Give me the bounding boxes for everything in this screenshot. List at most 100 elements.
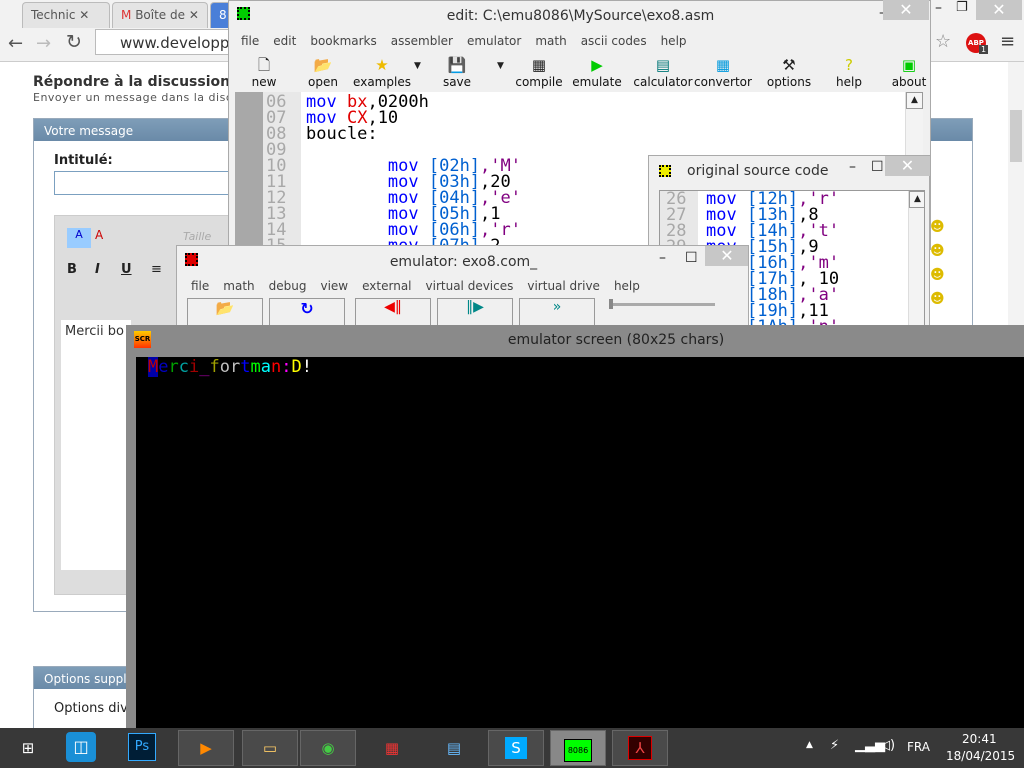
run-button[interactable]: »	[519, 298, 595, 326]
emulate-button[interactable]: ▶ emulate	[567, 55, 627, 89]
calculator-button[interactable]: ▤ calculator	[633, 55, 693, 89]
minimize-icon[interactable]: –	[659, 250, 666, 266]
remove-format-icon[interactable]: A	[95, 228, 103, 242]
close-button[interactable]: ✕	[705, 246, 748, 266]
screen-output: Merci_fortman:D!	[148, 357, 312, 377]
clock-date[interactable]: 18/04/2015	[946, 749, 1015, 763]
font-size-select[interactable]: Taille	[183, 230, 211, 243]
screen-char: r	[230, 357, 241, 377]
menu-ascii-codes[interactable]: ascii codes	[581, 34, 647, 48]
convertor-button[interactable]: ▦ convertor	[693, 55, 753, 89]
screen-char: _	[199, 357, 210, 377]
minimize-icon[interactable]: –	[849, 159, 856, 175]
about-button[interactable]: ▣ about	[879, 55, 939, 89]
close-button[interactable]: ✕	[976, 0, 1022, 20]
font-color-icon[interactable]: A	[67, 228, 91, 248]
menu-external[interactable]: external	[362, 279, 411, 293]
menu-view[interactable]: view	[320, 279, 348, 293]
source-scrollbar[interactable]: ▲	[908, 191, 924, 327]
message-textarea[interactable]: Mercii bo	[61, 320, 131, 570]
menu-emulator[interactable]: emulator	[467, 34, 521, 48]
photoshop-icon[interactable]: Ps	[128, 733, 156, 761]
scroll-up-icon[interactable]: ▲	[906, 92, 923, 109]
smiley-icons[interactable]: ☻ ☻ ☻ ☻	[930, 215, 945, 311]
open-button[interactable]: 📂 open	[293, 55, 353, 89]
acrobat-icon[interactable]: ⅄	[612, 730, 668, 766]
volume-icon[interactable]: ◁)	[880, 738, 895, 753]
back-icon[interactable]: ←	[8, 33, 23, 54]
screen-display[interactable]: Merci_fortman:D!	[136, 357, 1024, 728]
menu-bookmarks[interactable]: bookmarks	[310, 34, 376, 48]
maximize-icon[interactable]: ☐	[871, 159, 884, 175]
menu-math[interactable]: math	[535, 34, 566, 48]
menu-virtual-drive[interactable]: virtual drive	[527, 279, 600, 293]
options-button[interactable]: ⚒ options	[759, 55, 819, 89]
maximize-icon[interactable]: ☐	[685, 250, 698, 266]
editor-close-button[interactable]: ✕	[883, 0, 929, 20]
chip-icon	[659, 165, 671, 177]
scroll-up-icon[interactable]: ▲	[909, 191, 924, 208]
taskbar: ⊞ ◫ Ps ▶ ▭ ◉ ▦ ▤ S 8086 ⅄ ▲ ⚡ ▁▃▅ ◁) FRA…	[0, 728, 1024, 768]
restore-icon[interactable]: ❐	[956, 0, 968, 15]
screen-char: !	[301, 357, 312, 377]
menu-help[interactable]: help	[614, 279, 640, 293]
store-icon[interactable]: ◫	[66, 732, 96, 762]
examples-button[interactable]: ★ examples	[352, 55, 412, 89]
show-hidden-icons[interactable]: ▲	[806, 740, 813, 750]
screen-char: i	[189, 357, 200, 377]
bookmark-star-icon[interactable]: ☆	[935, 31, 951, 52]
open-folder-icon: 📂	[313, 56, 333, 74]
close-icon[interactable]: ✕	[79, 8, 89, 22]
minimize-icon[interactable]: –	[935, 0, 942, 16]
office-icon[interactable]: ▦	[364, 730, 420, 766]
tab-technic[interactable]: Technic ✕	[22, 2, 110, 28]
emu8086-taskbar-icon[interactable]: 8086	[550, 730, 606, 766]
dropdown-arrow-icon[interactable]: ▼	[497, 61, 504, 71]
page-scrollbar[interactable]	[1008, 62, 1024, 328]
tab-gmail[interactable]: M Boîte de ✕	[112, 2, 208, 28]
file-explorer-icon[interactable]: ▭	[242, 730, 298, 766]
menu-edit[interactable]: edit	[273, 34, 296, 48]
new-button[interactable]: 🗋 new	[234, 55, 294, 89]
menu-assembler[interactable]: assembler	[391, 34, 453, 48]
chrome-icon[interactable]: ◉	[300, 730, 356, 766]
menu-file[interactable]: file	[241, 34, 259, 48]
clock-time[interactable]: 20:41	[962, 732, 997, 746]
language-indicator[interactable]: FRA	[907, 740, 930, 754]
speed-slider[interactable]	[609, 299, 715, 309]
media-player-icon[interactable]: ▶	[178, 730, 234, 766]
single-step-button[interactable]: ‖▶	[437, 298, 513, 326]
options-text: Options div	[54, 701, 128, 716]
save-button[interactable]: 💾 save	[427, 55, 487, 89]
menu-help[interactable]: help	[661, 34, 687, 48]
skype-icon[interactable]: S	[488, 730, 544, 766]
menu-debug[interactable]: debug	[269, 279, 307, 293]
bold-button[interactable]: B	[67, 262, 77, 277]
reload-icon[interactable]: ↻	[66, 31, 82, 53]
address-bar[interactable]: www.developp	[95, 29, 235, 55]
dropdown-arrow-icon[interactable]: ▼	[414, 61, 421, 71]
menu-icon[interactable]: ≡	[1000, 31, 1015, 52]
menu-math[interactable]: math	[223, 279, 254, 293]
help-button[interactable]: ? help	[819, 55, 879, 89]
screen-char: n	[271, 357, 282, 377]
emulator-window: emulator: exo8.com_ – ☐ ✕ file math debug v…	[176, 245, 749, 327]
italic-button[interactable]: I	[95, 262, 100, 277]
align-left-icon[interactable]: ≡	[151, 262, 162, 277]
forward-icon[interactable]: →	[36, 33, 51, 54]
menu-file[interactable]: file	[191, 279, 209, 293]
screen-char: f	[209, 357, 220, 377]
power-icon[interactable]: ⚡	[830, 738, 839, 753]
compile-button[interactable]: ▦ compile	[509, 55, 569, 89]
close-icon[interactable]: ✕	[189, 8, 199, 22]
title-label: Intitulé:	[54, 153, 113, 168]
control-panel-icon[interactable]: ▤	[426, 730, 482, 766]
emulator-menubar: file math debug view external virtual devices…	[191, 279, 654, 293]
reload-button[interactable]: ↻	[269, 298, 345, 326]
step-back-button[interactable]: ◀‖	[355, 298, 431, 326]
close-button[interactable]: ✕	[885, 156, 930, 176]
windows-start-icon[interactable]: ⊞	[0, 730, 56, 766]
load-button[interactable]: 📂	[187, 298, 263, 326]
menu-virtual-devices[interactable]: virtual devices	[426, 279, 514, 293]
underline-button[interactable]: U	[121, 262, 132, 277]
